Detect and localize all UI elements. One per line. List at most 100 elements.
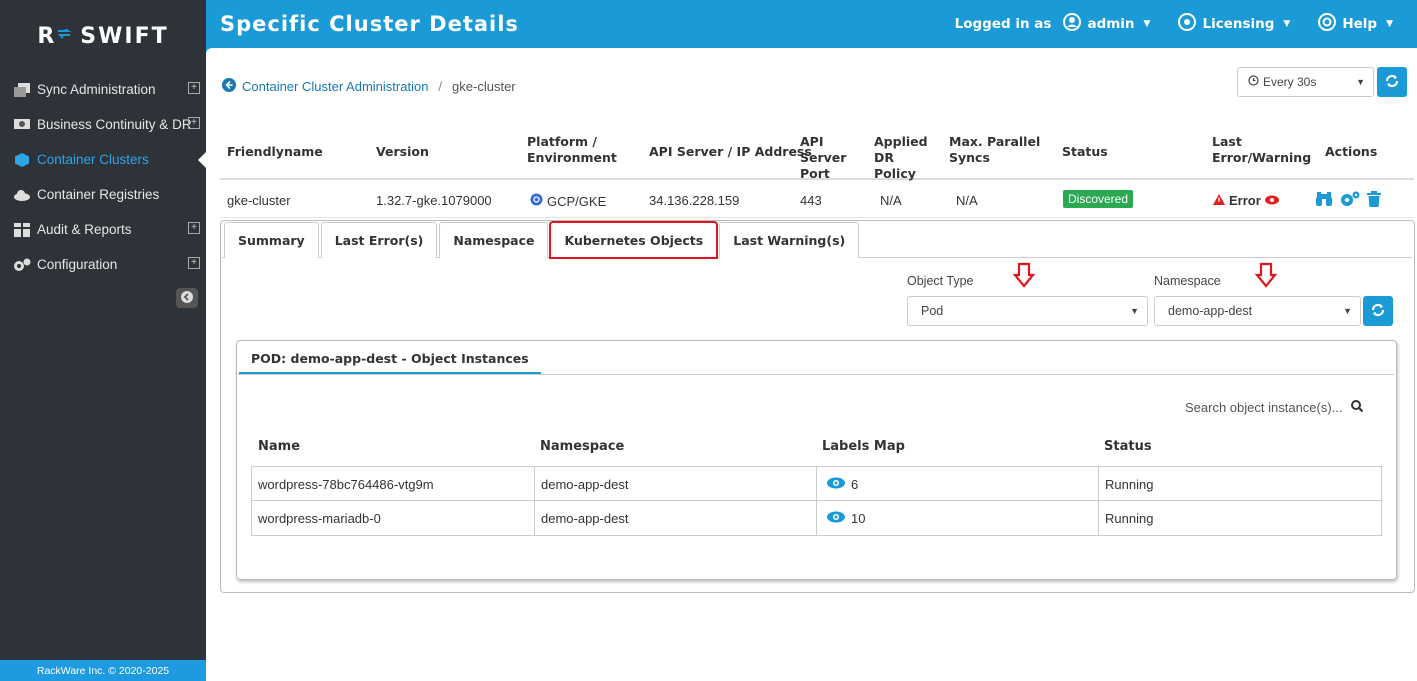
refresh-objects-button[interactable]: [1363, 296, 1393, 326]
cluster-row: gke-cluster 1.32.7-gke.1079000 GCP/GKE 3…: [220, 184, 1414, 218]
cluster-dr-policy: N/A: [880, 193, 902, 208]
tab-last-errors[interactable]: Last Error(s): [320, 222, 438, 258]
cluster-friendlyname: gke-cluster: [227, 193, 291, 208]
trash-icon[interactable]: [1367, 191, 1381, 210]
sidebar-item-business-continuity[interactable]: Business Continuity & DR +: [0, 107, 206, 142]
table-row: wordpress-78bc764486-vtg9m demo-app-dest…: [252, 467, 1381, 501]
instances-table-header: Name Namespace Labels Map Status: [252, 430, 1382, 464]
down-arrow-annotation-icon: [1254, 262, 1278, 291]
column-header[interactable]: API Server / IP Address: [649, 144, 812, 160]
cluster-version: 1.32.7-gke.1079000: [376, 193, 492, 208]
chevron-down-icon: ▼: [1343, 306, 1352, 316]
expand-icon[interactable]: +: [188, 222, 200, 234]
cluster-table-header: Friendlyname Version Platform / Environm…: [220, 128, 1414, 182]
tab-summary[interactable]: Summary: [224, 222, 319, 258]
tab-object-instances[interactable]: POD: demo-app-dest - Object Instances: [239, 344, 541, 374]
gears-icon: [12, 258, 32, 272]
instance-namespace: demo-app-dest: [535, 467, 817, 501]
clock-icon: [1248, 75, 1259, 89]
sidebar-item-container-clusters[interactable]: Container Clusters: [0, 142, 206, 177]
down-arrow-annotation-icon: [1012, 262, 1036, 291]
expand-icon[interactable]: +: [188, 257, 200, 269]
object-type-label: Object Type: [907, 274, 974, 288]
column-header[interactable]: Platform / Environment: [527, 134, 627, 166]
tab-namespace[interactable]: Namespace: [439, 222, 549, 258]
column-header[interactable]: Version: [376, 144, 429, 160]
cube-icon: [12, 152, 32, 168]
breadcrumb-current: gke-cluster: [452, 79, 516, 94]
rackware-logo-icon: R: [37, 24, 72, 49]
last-error-indicator[interactable]: Error: [1213, 193, 1279, 208]
cluster-parallel-syncs: N/A: [956, 193, 978, 208]
sidebar-item-configuration[interactable]: Configuration +: [0, 247, 206, 282]
brand-name: SWIFT: [80, 23, 169, 49]
cloud-icon: [12, 189, 32, 201]
column-header[interactable]: Applied DR Policy: [874, 134, 934, 182]
table-icon: [12, 222, 32, 237]
column-header[interactable]: API Server Port: [800, 134, 870, 182]
sync-icon: [1385, 74, 1399, 91]
column-header[interactable]: Status: [1062, 144, 1108, 160]
column-header[interactable]: Name: [258, 439, 300, 454]
namespace-select[interactable]: demo-app-dest ▼: [1154, 296, 1361, 326]
cluster-api-server: 34.136.228.159: [649, 193, 740, 208]
instances-tab-divider: [238, 374, 1394, 375]
column-header[interactable]: Last Error/Warning: [1212, 134, 1312, 166]
row-actions: [1315, 191, 1381, 210]
page-title: Specific Cluster Details: [220, 12, 519, 36]
cluster-port: 443: [800, 193, 822, 208]
eye-icon[interactable]: [823, 477, 845, 492]
user-circle-icon: [1063, 13, 1082, 35]
table-row: wordpress-mariadb-0 demo-app-dest 10 Run…: [252, 501, 1381, 535]
eye-icon[interactable]: [1264, 193, 1279, 208]
instance-labels: 10: [817, 501, 1099, 535]
auto-refresh-select[interactable]: Every 30s ▼: [1237, 67, 1374, 97]
search-instances[interactable]: Search object instance(s)...: [1185, 400, 1363, 415]
settings-gears-icon[interactable]: [1340, 191, 1360, 210]
user-menu[interactable]: Logged in as admin ▼: [955, 13, 1151, 35]
collapse-sidebar-button[interactable]: [176, 288, 198, 308]
column-header[interactable]: Max. Parallel Syncs: [949, 134, 1049, 166]
instance-status: Running: [1105, 476, 1154, 492]
chevron-down-icon: ▼: [1386, 19, 1393, 29]
licensing-menu[interactable]: Licensing ▼: [1178, 13, 1290, 35]
search-icon[interactable]: [1350, 400, 1363, 415]
column-header[interactable]: Namespace: [540, 439, 624, 454]
help-menu[interactable]: Help ▼: [1318, 13, 1393, 35]
copy-icon: [12, 82, 32, 97]
instances-table: wordpress-78bc764486-vtg9m demo-app-dest…: [251, 466, 1382, 536]
sync-icon: [1371, 303, 1385, 320]
binoculars-icon[interactable]: [1315, 191, 1333, 210]
refresh-button[interactable]: [1377, 67, 1407, 97]
instance-status: Running: [1105, 510, 1154, 526]
tab-last-warnings[interactable]: Last Warning(s): [719, 222, 860, 258]
chevron-down-icon: ▼: [1130, 306, 1139, 316]
back-circle-icon[interactable]: [222, 78, 236, 95]
lifebuoy-icon: [1318, 13, 1337, 35]
tab-kubernetes-objects[interactable]: Kubernetes Objects: [549, 221, 719, 259]
expand-icon[interactable]: +: [188, 117, 200, 129]
breadcrumb-separator: /: [438, 79, 443, 94]
column-header[interactable]: Labels Map: [822, 439, 905, 454]
copyright-footer: RackWare Inc. © 2020-2025: [0, 660, 206, 681]
column-header[interactable]: Status: [1104, 439, 1152, 454]
search-input[interactable]: Search object instance(s)...: [1185, 400, 1343, 415]
cluster-platform: GCP/GKE: [530, 193, 606, 209]
chevron-down-icon: ▼: [1283, 19, 1291, 29]
chevron-down-icon: ▼: [1356, 77, 1365, 87]
eye-icon[interactable]: [823, 511, 845, 526]
licensing-icon: [1178, 13, 1197, 35]
column-header[interactable]: Friendlyname: [227, 144, 323, 160]
brand-logo[interactable]: R SWIFT: [0, 0, 206, 72]
sidebar-item-sync-administration[interactable]: Sync Administration +: [0, 72, 206, 107]
expand-icon[interactable]: +: [188, 82, 200, 94]
chevron-down-icon: ▼: [1143, 19, 1151, 29]
status-badge: Discovered: [1063, 190, 1134, 208]
object-type-select[interactable]: Pod ▼: [907, 296, 1148, 326]
sidebar-item-container-registries[interactable]: Container Registries: [0, 177, 206, 212]
sidebar-item-audit-reports[interactable]: Audit & Reports +: [0, 212, 206, 247]
breadcrumb-parent-link[interactable]: Container Cluster Administration: [242, 79, 428, 94]
instance-name: wordpress-mariadb-0: [252, 501, 535, 535]
presentation-icon: [12, 118, 32, 132]
detail-tabs: Summary Last Error(s) Namespace Kubernet…: [224, 221, 861, 259]
